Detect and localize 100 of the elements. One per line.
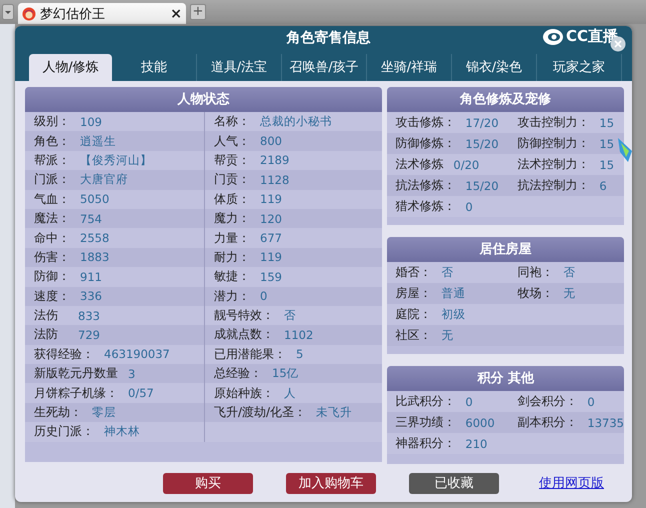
- field-label: 三界功绩：: [395, 414, 456, 431]
- field-value: 普通: [441, 286, 466, 301]
- field-value: 119: [260, 250, 282, 264]
- field-value: 15/20: [465, 178, 499, 192]
- gem-icon: [616, 137, 632, 163]
- tab[interactable]: 召唤兽/孩子: [282, 54, 367, 81]
- field-label: 抗法修炼：: [395, 177, 456, 194]
- field-value: 159: [260, 270, 282, 284]
- field-value: 15亿: [272, 366, 299, 382]
- field-value: 6: [599, 178, 607, 192]
- field-label: 潜力：: [214, 288, 251, 305]
- tab[interactable]: 人物/修炼: [29, 54, 112, 81]
- field-value: 1102: [284, 328, 314, 342]
- field-label: 攻击控制力：: [517, 114, 590, 131]
- field-value: 0/57: [128, 386, 154, 400]
- field-label: 防御修炼：: [395, 135, 456, 152]
- field-label: 门派：: [34, 171, 71, 188]
- field-value: 3: [128, 366, 136, 381]
- browser-tab[interactable]: 梦幻估价王 ×: [18, 3, 186, 24]
- field-label: 名称：: [214, 113, 251, 130]
- field-label: 历史门派：: [34, 423, 95, 440]
- field-value: 5050: [80, 192, 110, 206]
- field-value: 210: [465, 436, 488, 450]
- field-value: 463190037: [104, 347, 170, 362]
- field-value: 17/20: [465, 116, 499, 130]
- field-label: 法术控制力：: [517, 156, 590, 173]
- field-label: 婚否：: [395, 264, 432, 281]
- field-value: 0: [465, 394, 473, 408]
- field-label: 获得经验：: [34, 346, 95, 363]
- field-value: 109: [80, 114, 102, 129]
- field-label: 法伤: [34, 307, 59, 324]
- field-label: 抗法控制力：: [517, 177, 590, 194]
- field-label: 防御控制力：: [517, 135, 590, 152]
- field-label: 原始种族：: [214, 384, 275, 402]
- field-label: 房屋：: [395, 285, 432, 302]
- field-label: 耐力：: [214, 248, 251, 266]
- field-value: 零层: [92, 405, 116, 420]
- field-label: 生死劫：: [34, 404, 83, 422]
- field-value: 0/20: [453, 158, 480, 172]
- field-label: 级别：: [34, 113, 71, 130]
- field-label: 庭院：: [395, 306, 432, 323]
- field-value: 1883: [80, 250, 110, 264]
- field-value: 119: [260, 192, 282, 206]
- field-value: 754: [80, 212, 102, 226]
- field-value: 否: [563, 265, 576, 280]
- field-value: 0: [587, 394, 595, 408]
- action-button[interactable]: 已收藏: [409, 472, 499, 494]
- tab[interactable]: 锦衣/染色: [452, 54, 537, 81]
- field-label: 帮贡：: [214, 152, 251, 169]
- field-label: 成就点数：: [214, 326, 275, 344]
- field-value: 833: [78, 308, 100, 323]
- field-value: 15/20: [465, 136, 499, 150]
- field-label: 法术修炼: [395, 156, 444, 173]
- field-label: 伤害：: [34, 248, 71, 266]
- field-value: 15: [599, 158, 614, 172]
- dropdown-icon[interactable]: [2, 4, 14, 20]
- field-value: 911: [80, 270, 102, 284]
- tab-title: 梦幻估价王: [40, 6, 106, 22]
- field-value: 800: [260, 134, 282, 148]
- tab[interactable]: 坐骑/祥瑞: [367, 54, 452, 81]
- field-label: 神器积分：: [395, 435, 456, 452]
- field-label: 帮派：: [34, 152, 71, 169]
- field-label: 比武积分：: [395, 393, 456, 410]
- field-value: 人: [284, 386, 296, 401]
- field-label: 门贡：: [214, 171, 251, 188]
- field-value: 2558: [80, 231, 110, 246]
- field-value: 神木林: [104, 424, 140, 440]
- field-label: 魔力：: [214, 210, 251, 228]
- field-label: 月饼粽子机缘：: [34, 384, 119, 402]
- panel-title: 人物状态: [25, 87, 382, 112]
- field-value: 逍遥生: [80, 134, 116, 149]
- field-value: 无: [441, 328, 454, 343]
- new-tab-button[interactable]: +: [190, 4, 206, 20]
- field-label: 气血：: [34, 190, 71, 208]
- action-button[interactable]: 加入购物车: [286, 472, 376, 494]
- field-value: 初级: [441, 307, 466, 322]
- field-value: 6000: [465, 416, 495, 430]
- field-label: 靓号特效：: [214, 307, 275, 324]
- web-version-link[interactable]: 使用网页版: [539, 474, 604, 492]
- field-value: 677: [260, 231, 282, 246]
- field-value: 15: [599, 136, 614, 150]
- panel-title: 角色修炼及宠修: [387, 87, 624, 112]
- field-value: 否: [441, 265, 454, 280]
- field-label: 飞升/渡劫/化圣：: [214, 404, 308, 422]
- field-label: 新版乾元丹数量: [34, 365, 119, 382]
- action-button[interactable]: 购买: [163, 472, 253, 494]
- close-tab-button[interactable]: ×: [170, 6, 182, 22]
- field-label: 命中：: [34, 230, 71, 247]
- field-value: 【俊秀河山】: [80, 152, 152, 168]
- tab[interactable]: 技能: [112, 54, 197, 81]
- field-value: 336: [80, 289, 102, 304]
- field-value: 1128: [260, 172, 290, 187]
- field-label: 法防: [34, 326, 59, 344]
- panel-title: 居住房屋: [387, 237, 624, 262]
- field-label: 牧场：: [517, 285, 554, 302]
- field-value: 大唐官府: [80, 172, 128, 188]
- tab[interactable]: 道具/法宝: [197, 54, 282, 81]
- field-value: 总裁的小秘书: [260, 114, 332, 130]
- field-label: 角色：: [34, 132, 71, 150]
- tab[interactable]: 玩家之家: [537, 54, 622, 81]
